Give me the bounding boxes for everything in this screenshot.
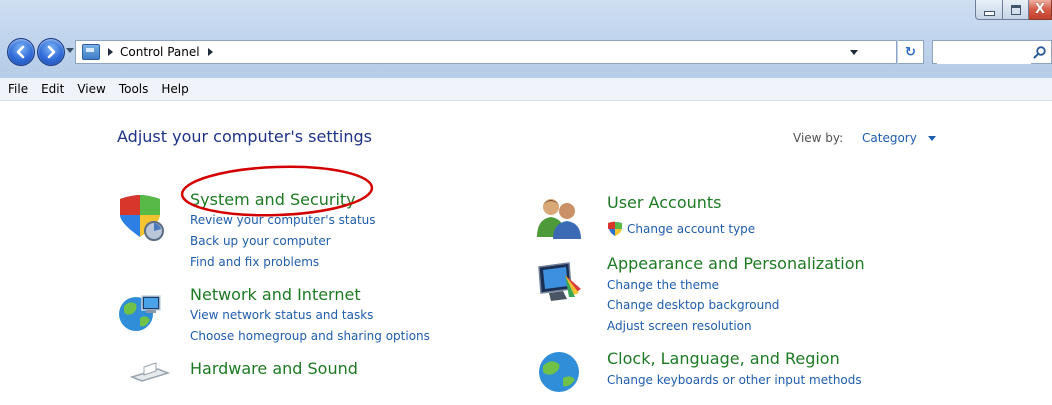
back-arrow-icon <box>16 45 25 59</box>
breadcrumb-chevron-icon[interactable] <box>108 48 113 56</box>
link-screen-resolution[interactable]: Adjust screen resolution <box>607 319 752 333</box>
shield-icon[interactable] <box>116 193 164 241</box>
search-box[interactable] <box>932 40 1052 64</box>
category-system-security[interactable]: System and Security <box>190 190 356 209</box>
category-appearance[interactable]: Appearance and Personalization <box>607 254 865 273</box>
window-titlebar: X Control Panel ↻ <box>0 0 1052 78</box>
forward-button[interactable] <box>37 38 65 66</box>
link-change-account-type[interactable]: Change account type <box>627 222 755 236</box>
link-find-fix[interactable]: Find and fix problems <box>190 255 319 269</box>
minimize-icon <box>983 10 995 16</box>
category-user-accounts[interactable]: User Accounts <box>607 193 722 212</box>
forward-arrow-icon <box>47 45 56 59</box>
menu-help[interactable]: Help <box>155 78 195 100</box>
uac-shield-icon <box>608 221 622 236</box>
chevron-down-icon[interactable] <box>928 136 936 141</box>
page-title: Adjust your computer's settings <box>117 127 372 146</box>
refresh-icon: ↻ <box>905 44 916 60</box>
close-icon: X <box>1034 2 1046 17</box>
link-change-theme[interactable]: Change the theme <box>607 278 719 292</box>
globe-network-icon[interactable] <box>116 288 164 336</box>
menu-file[interactable]: File <box>0 78 35 100</box>
link-homegroup[interactable]: Choose homegroup and sharing options <box>190 329 430 343</box>
view-by-label: View by: <box>793 131 844 145</box>
category-hardware-sound[interactable]: Hardware and Sound <box>190 359 358 378</box>
view-by-dropdown[interactable]: Category <box>862 131 917 145</box>
link-review-status[interactable]: Review your computer's status <box>190 213 376 227</box>
menu-view[interactable]: View <box>71 78 112 100</box>
control-panel-icon <box>82 44 100 60</box>
users-icon[interactable] <box>535 193 583 241</box>
search-input[interactable] <box>937 42 1031 64</box>
link-backup[interactable]: Back up your computer <box>190 234 331 248</box>
category-network-internet[interactable]: Network and Internet <box>190 285 361 304</box>
menu-edit[interactable]: Edit <box>35 78 71 100</box>
control-panel-content: Adjust your computer's settings View by:… <box>0 101 1052 392</box>
maximize-icon <box>1010 4 1021 15</box>
back-button[interactable] <box>7 38 35 66</box>
link-change-keyboards[interactable]: Change keyboards or other input methods <box>607 373 862 387</box>
globe-clock-icon[interactable] <box>535 346 583 394</box>
breadcrumb-control-panel[interactable]: Control Panel <box>120 45 200 59</box>
monitor-paint-icon[interactable] <box>535 259 583 307</box>
navigation-bar: Control Panel ↻ <box>0 35 1052 69</box>
link-desktop-background[interactable]: Change desktop background <box>607 298 779 312</box>
link-network-status[interactable]: View network status and tasks <box>190 308 373 322</box>
breadcrumb-chevron-icon[interactable] <box>207 48 213 56</box>
printer-icon[interactable] <box>126 357 174 405</box>
recent-pages-dropdown[interactable] <box>66 48 74 53</box>
address-bar[interactable]: Control Panel <box>75 40 897 64</box>
minimize-button[interactable] <box>975 0 1003 20</box>
menu-bar: File Edit View Tools Help <box>0 78 1052 101</box>
menu-tools[interactable]: Tools <box>113 78 156 100</box>
close-button[interactable]: X <box>1029 0 1052 20</box>
refresh-button[interactable]: ↻ <box>898 40 924 64</box>
maximize-button[interactable] <box>1003 0 1029 20</box>
search-icon[interactable] <box>1033 45 1047 59</box>
window-controls: X <box>975 0 1052 28</box>
category-clock-language[interactable]: Clock, Language, and Region <box>607 349 840 368</box>
address-dropdown-icon[interactable] <box>850 50 858 55</box>
